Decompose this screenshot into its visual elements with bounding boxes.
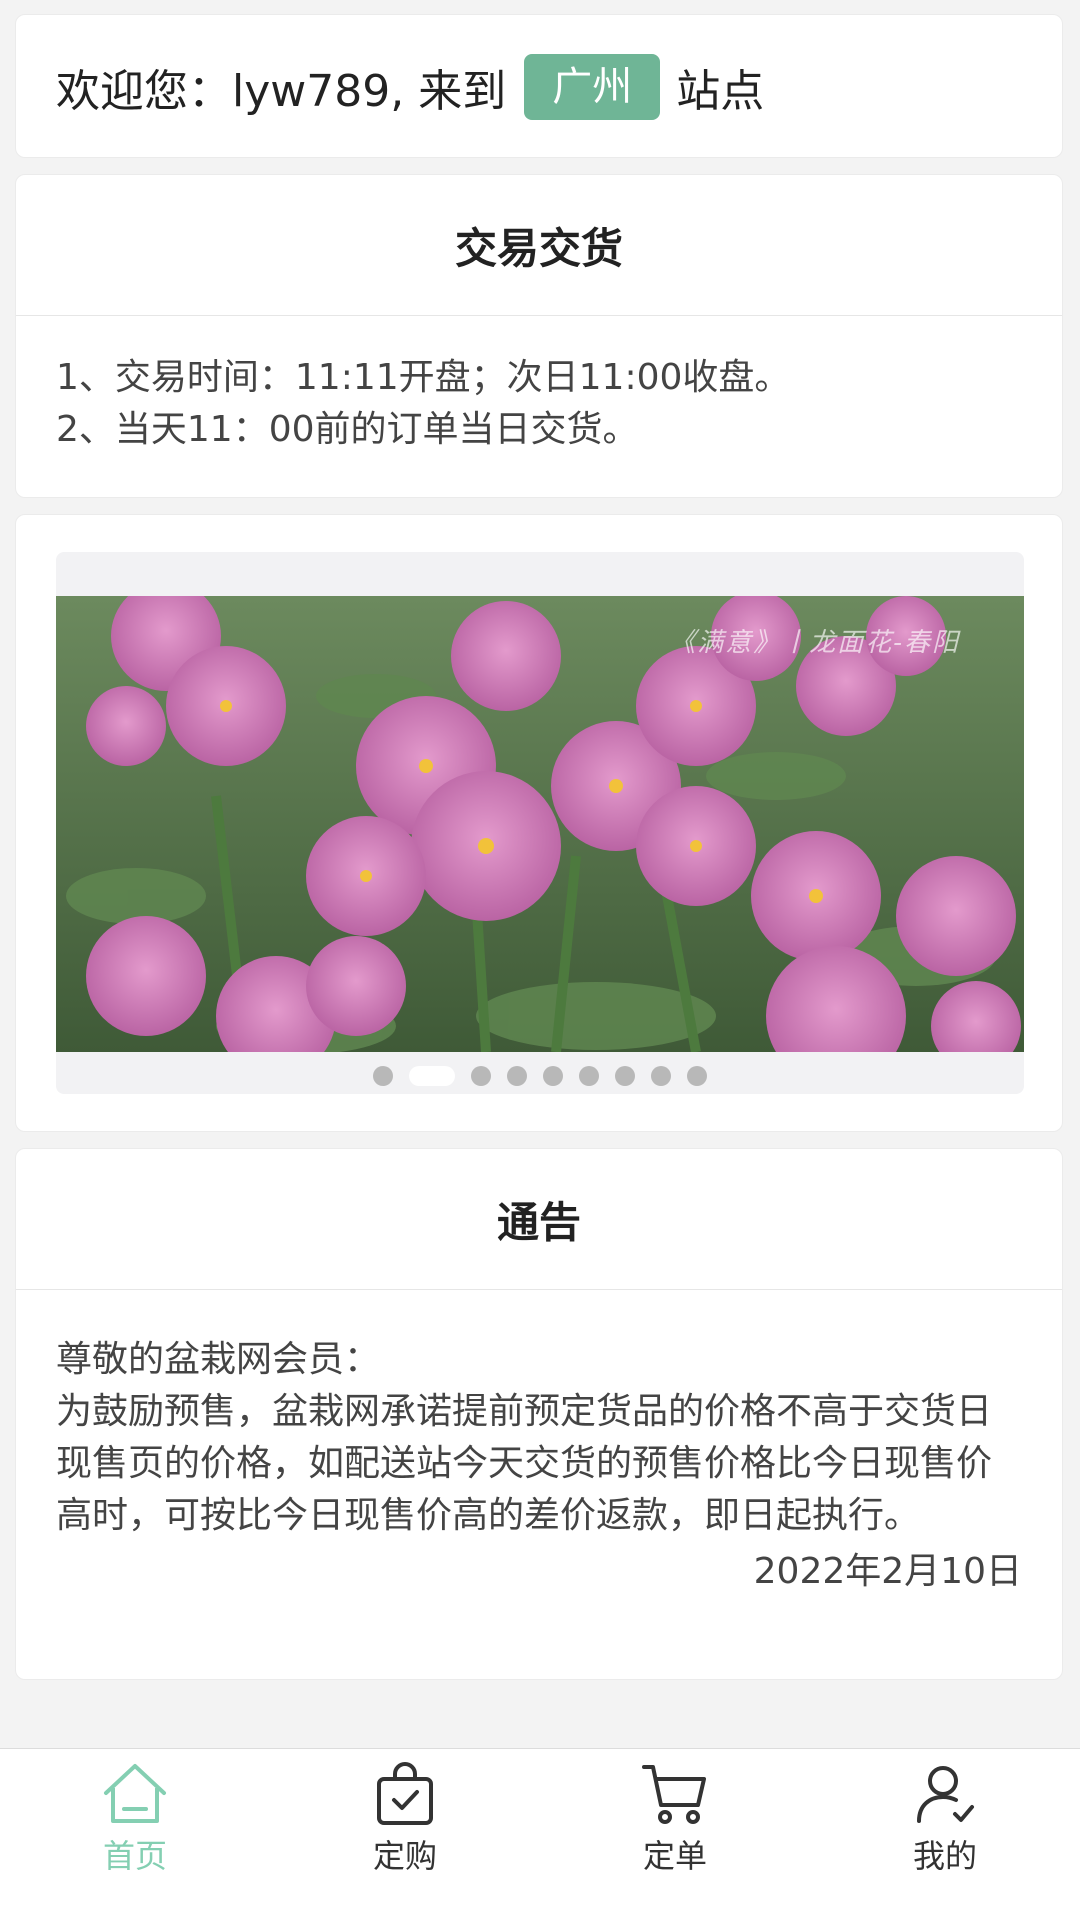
tab-label: 定单 <box>642 1837 707 1875</box>
notice-greeting: 尊敬的盆栽网会员： <box>56 1339 381 1380</box>
user-icon <box>917 1766 974 1823</box>
banner-card: 《满意》丨龙面花-春阳 <box>15 514 1063 1132</box>
site-suffix-text: 站点 <box>676 66 765 117</box>
carousel-dot[interactable] <box>471 1066 491 1086</box>
tab-mine[interactable]: 我的 <box>810 1749 1080 1920</box>
flower-photo <box>56 596 1024 1052</box>
banner-image[interactable]: 《满意》丨龙面花-春阳 <box>56 596 1024 1052</box>
notice-date: 2022年2月10日 <box>753 1551 1022 1592</box>
carousel-dot[interactable] <box>687 1066 707 1086</box>
trade-rule-line: 1、交易时间：11:11开盘；次日11:00收盘。 <box>56 357 791 398</box>
welcome-card: 欢迎您：lyw789, 来到 广州 站点 <box>15 14 1063 158</box>
cart-icon <box>642 1765 706 1824</box>
welcome-line: 欢迎您：lyw789, 来到 广州 站点 <box>56 15 765 157</box>
tab-label: 首页 <box>102 1837 167 1875</box>
notice-body: 尊敬的盆栽网会员： 为鼓励预售，盆栽网承诺提前预定货品的价格不高于交货日现售页的… <box>16 1290 1062 1598</box>
carousel-dot[interactable] <box>543 1066 563 1086</box>
tab-orders[interactable]: 定单 <box>540 1749 810 1920</box>
trade-rule-line: 2、当天11：00前的订单当日交货。 <box>56 409 639 450</box>
home-icon <box>104 1764 166 1823</box>
trade-title: 交易交货 <box>16 175 1062 316</box>
tab-order-goods[interactable]: 定购 <box>270 1749 540 1920</box>
notice-title: 通告 <box>16 1149 1062 1290</box>
tab-label: 定购 <box>372 1837 437 1875</box>
notice-card: 通告 尊敬的盆栽网会员： 为鼓励预售，盆栽网承诺提前预定货品的价格不高于交货日现… <box>15 1148 1063 1680</box>
trade-card: 交易交货 1、交易时间：11:11开盘；次日11:00收盘。 2、当天11：00… <box>15 174 1063 498</box>
tab-home[interactable]: 首页 <box>0 1749 270 1920</box>
welcome-text: 欢迎您：lyw789, 来到 <box>56 66 507 117</box>
banner-watermark: 《满意》丨龙面花-春阳 <box>669 628 960 658</box>
carousel-dot-active[interactable] <box>409 1066 455 1086</box>
carousel-dot[interactable] <box>373 1066 393 1086</box>
notice-content: 为鼓励预售，盆栽网承诺提前预定货品的价格不高于交货日现售页的价格，如配送站今天交… <box>56 1391 993 1536</box>
trade-rules: 1、交易时间：11:11开盘；次日11:00收盘。 2、当天11：00前的订单当… <box>16 316 1062 456</box>
tab-label: 我的 <box>912 1837 977 1875</box>
city-badge[interactable]: 广州 <box>524 54 661 120</box>
carousel-dot[interactable] <box>651 1066 671 1086</box>
carousel-dot[interactable] <box>507 1066 527 1086</box>
carousel-dot[interactable] <box>579 1066 599 1086</box>
carousel-indicators <box>56 1066 1024 1086</box>
banner-carousel[interactable]: 《满意》丨龙面花-春阳 <box>56 552 1024 1094</box>
carousel-dot[interactable] <box>615 1066 635 1086</box>
bottom-tab-bar: 首页 定购 定单 我的 <box>0 1748 1080 1920</box>
shopping-bag-icon <box>377 1762 433 1825</box>
